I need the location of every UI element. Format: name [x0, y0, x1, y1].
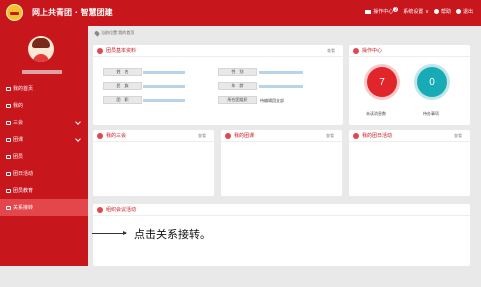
card-title: 我的团课: [234, 133, 255, 139]
sidebar-item-sanhui[interactable]: 三会: [0, 114, 88, 131]
sidebar: 我的首页 我的 三会 团课 团员 团日活动 团员教育 关系接转: [0, 26, 88, 266]
username-placeholder: [22, 70, 62, 74]
sidebar-item-label: 团日活动: [13, 171, 34, 177]
flag-icon: [353, 132, 359, 139]
more-link[interactable]: 查看: [198, 133, 206, 139]
education-icon: [6, 188, 11, 193]
card-title: 我的三会: [106, 133, 127, 139]
sidebar-item-label: 三会: [13, 120, 24, 126]
card-title: 团员基本资料: [106, 48, 137, 54]
avatar: [28, 36, 54, 62]
todo-count-circle[interactable]: 0: [417, 67, 447, 97]
league-logo-icon: [6, 4, 23, 21]
unread-count-circle[interactable]: 7: [367, 67, 397, 97]
help-label: 帮助: [440, 9, 451, 15]
ops-center-label: 操作中心: [373, 9, 394, 15]
header-actions: 操作中心 2 系统设置 ∨ 帮助 退出: [365, 6, 473, 16]
top-bar: 网上共青团 · 智慧团建 操作中心 2 系统设置 ∨ 帮助 退出: [0, 0, 481, 26]
logout-label: 退出: [462, 9, 473, 15]
sidebar-item-education[interactable]: 团员教育: [0, 182, 88, 199]
age-value: [259, 85, 303, 88]
age-label: 年 龄: [218, 82, 257, 90]
member-icon: [6, 154, 11, 159]
sidebar-item-label: 我的: [13, 103, 24, 109]
sidebar-item-label: 我的首页: [13, 86, 34, 92]
tuanke-card: 我的团课 查看: [221, 130, 342, 196]
chevron-down-icon: [75, 136, 81, 142]
ethnicity-label: 民 族: [103, 82, 142, 90]
sidebar-item-label: 关系接转: [13, 205, 34, 211]
chevron-down-icon: ∨: [425, 8, 429, 15]
name-label: 姓 名: [103, 68, 142, 76]
sidebar-item-mine[interactable]: 我的: [0, 97, 88, 114]
card-header: 我的团课 查看: [221, 130, 342, 142]
annotation-text: 点击关系接转。: [134, 228, 211, 241]
basic-info-card: 团员基本资料 查看 姓 名 性 别 民 族 年 龄 团 职 所在团组织 待编辑团…: [93, 45, 343, 125]
help-link[interactable]: 帮助: [433, 8, 451, 15]
card-header: 我的三会 查看: [93, 130, 214, 142]
card-title: 我的团日活动: [362, 133, 393, 139]
transfer-icon: [6, 205, 11, 210]
flag-icon: [6, 171, 11, 176]
more-link[interactable]: 查看: [327, 48, 335, 54]
card-header: 组织会议活动: [93, 204, 470, 216]
sidebar-item-tuanke[interactable]: 团课: [0, 131, 88, 148]
ops-center-link[interactable]: 操作中心 2: [365, 6, 399, 15]
sanhui-card: 我的三会 查看: [93, 130, 214, 196]
operations-icon: [353, 47, 359, 54]
book-icon: [6, 137, 11, 142]
sidebar-item-label: 团课: [13, 137, 24, 143]
logout-link[interactable]: 退出: [455, 8, 473, 15]
sidebar-item-label: 团员教育: [13, 188, 34, 194]
power-icon: [455, 9, 461, 14]
gender-value: [259, 71, 303, 74]
meeting-icon: [6, 120, 11, 125]
sidebar-nav: 我的首页 我的 三会 团课 团员 团日活动 团员教育 关系接转: [0, 80, 88, 216]
unread-label: 未读消息数: [366, 111, 386, 116]
breadcrumb: 当前位置:我的首页: [93, 29, 135, 37]
card-header: 团员基本资料 查看: [93, 45, 343, 57]
chevron-down-icon: [75, 119, 81, 125]
more-link[interactable]: 查看: [454, 133, 462, 139]
sidebar-item-label: 团员: [13, 154, 24, 160]
profile-icon: [97, 47, 103, 54]
todo-label: 待办事项: [423, 111, 439, 116]
settings-dropdown[interactable]: 系统设置 ∨: [403, 8, 429, 16]
user-icon: [6, 103, 11, 108]
gender-label: 性 别: [218, 68, 257, 76]
card-title: 组织会议活动: [106, 207, 137, 213]
ops-center-card: 操作中心 7 未读消息数 0 待办事项: [349, 45, 470, 125]
position-value: [143, 99, 185, 102]
card-header: 我的团日活动 查看: [349, 130, 470, 142]
sidebar-item-home[interactable]: 我的首页: [0, 80, 88, 97]
app-title: 网上共青团 · 智慧团建: [32, 8, 113, 17]
sidebar-item-members[interactable]: 团员: [0, 148, 88, 165]
sidebar-item-league-day[interactable]: 团日活动: [0, 165, 88, 182]
sidebar-item-transfer[interactable]: 关系接转: [0, 199, 88, 216]
name-value: [143, 71, 185, 74]
annotation-arrow-icon: [92, 231, 127, 235]
more-link[interactable]: 查看: [326, 133, 334, 139]
help-icon: [433, 9, 439, 14]
position-label: 团 职: [103, 96, 142, 104]
home-icon: [6, 86, 11, 91]
breadcrumb-text: 当前位置:我的首页: [101, 30, 135, 35]
meeting-icon: [97, 132, 103, 139]
settings-label: 系统设置: [403, 9, 424, 15]
org-value: 待编辑团支部: [260, 98, 284, 103]
activity-icon: [97, 206, 103, 213]
card-header: 操作中心: [349, 45, 470, 57]
ethnicity-value: [143, 85, 185, 88]
location-pin-icon: [93, 29, 101, 37]
org-label: 所在团组织: [218, 96, 257, 104]
card-title: 操作中心: [362, 48, 383, 54]
league-day-card: 我的团日活动 查看: [349, 130, 470, 196]
message-badge: 2: [393, 6, 399, 12]
mail-icon: [365, 9, 372, 14]
book-icon: [225, 132, 231, 139]
